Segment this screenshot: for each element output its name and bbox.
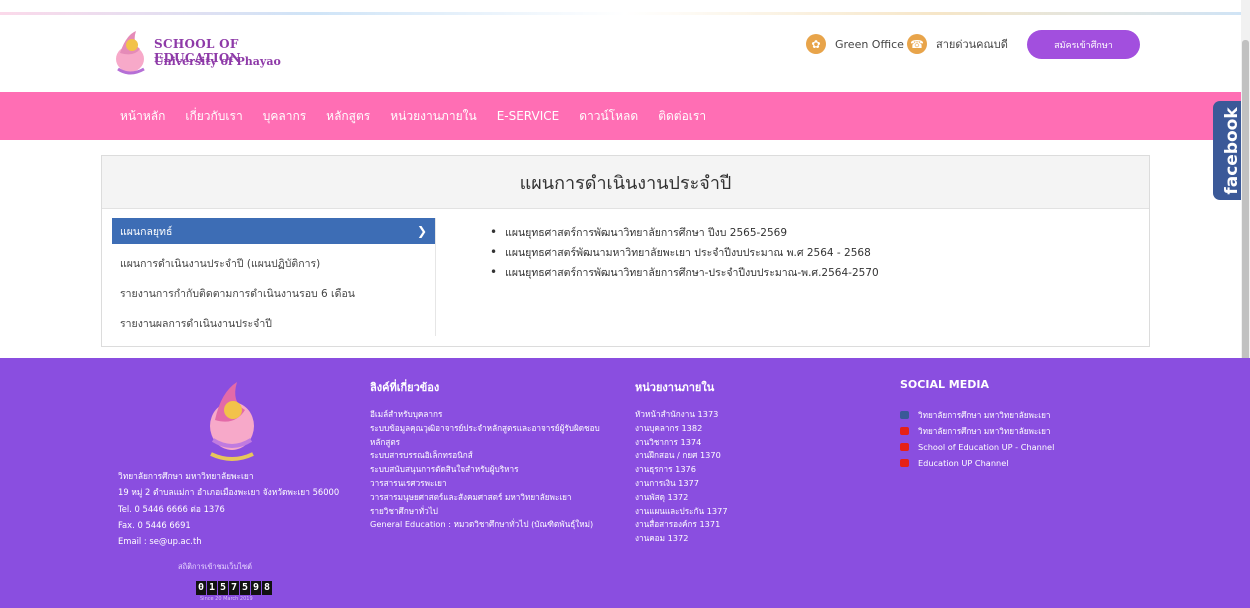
side-menu-item-annual-plan[interactable]: แผนการดำเนินงานประจำปี (แผนปฏิบัติการ) xyxy=(112,248,435,278)
panel-header: แผนการดำเนินงานประจำปี xyxy=(102,156,1149,209)
document-link[interactable]: แผนยุทธศาสตร์พัฒนามหาวิทยาลัยพะเยา ประจำ… xyxy=(490,242,879,262)
site-footer: วิทยาลัยการศึกษา มหาวิทยาลัยพะเยา 19 หมู… xyxy=(0,358,1250,608)
counter-since: Since 20 March 2019 xyxy=(200,596,253,602)
social-label: Education UP Channel xyxy=(918,458,1009,468)
social-label: วิทยาลัยการศึกษา มหาวิทยาลัยพะเยา xyxy=(918,426,1051,436)
address-line: วิทยาลัยการศึกษา มหาวิทยาลัยพะเยา xyxy=(118,471,254,481)
counter-digit: 9 xyxy=(251,581,261,595)
nav-item-contact[interactable]: ติดต่อเรา xyxy=(658,107,706,126)
unit-item: งานแผนและประกัน 1377 xyxy=(635,505,728,516)
social-link-youtube[interactable]: School of Education UP - Channel xyxy=(900,439,1054,455)
unit-item: งานธุรการ 1376 xyxy=(635,464,696,475)
document-link[interactable]: แผนยุทธศาสตร์การพัฒนาวิทยาลัยการศึกษา ปี… xyxy=(490,222,879,242)
content-panel: แผนการดำเนินงานประจำปี แผนกลยุทธ์ ❯ แผนก… xyxy=(101,155,1150,347)
unit-item: งานคอม 1372 xyxy=(635,533,689,544)
footer-link[interactable]: ระบบสนับสนุนการตัดสินใจสำหรับผู้บริหาร xyxy=(370,463,600,477)
footer-link[interactable]: วารสารนเรศวรพะเยา xyxy=(370,477,600,491)
social-label: วิทยาลัยการศึกษา มหาวิทยาลัยพะเยา xyxy=(918,410,1051,420)
footer-link[interactable]: อีเมล์สำหรับบุคลากร xyxy=(370,408,600,422)
unit-item: งานสื่อสารองค์กร 1371 xyxy=(635,519,721,530)
side-menu: แผนกลยุทธ์ ❯ แผนการดำเนินงานประจำปี (แผน… xyxy=(112,218,435,338)
social-link-facebook[interactable]: วิทยาลัยการศึกษา มหาวิทยาลัยพะเยา xyxy=(900,407,1054,423)
unit-item: งานวิชาการ 1374 xyxy=(635,436,702,447)
counter-digit: 0 xyxy=(196,581,206,595)
side-menu-label: แผนกลยุทธ์ xyxy=(120,225,173,238)
site-logo[interactable]: SCHOOL OF EDUCATION University of Phayao xyxy=(112,23,302,81)
facebook-tab-label: facebook xyxy=(1221,106,1242,195)
main-nav: หน้าหลัก เกี่ยวกับเรา บุคลากร หลักสูตร ห… xyxy=(0,92,1250,140)
social-link-youtube[interactable]: Education UP Channel xyxy=(900,455,1054,471)
footer-link[interactable]: General Education : หมวดวิชาศึกษาทั่วไป … xyxy=(370,518,600,532)
nav-item-download[interactable]: ดาวน์โหลด xyxy=(579,107,638,126)
site-header: SCHOOL OF EDUCATION University of Phayao… xyxy=(0,15,1250,92)
youtube-icon xyxy=(900,459,909,467)
address-line: Fax. 0 5446 6691 xyxy=(118,519,191,530)
footer-link[interactable]: หลักสูตร xyxy=(370,436,600,450)
links-heading: ลิงค์ที่เกี่ยวข้อง xyxy=(370,381,440,394)
counter-digit: 5 xyxy=(240,581,250,595)
internal-units-list: หัวหน้าสำนักงาน 1373 งานบุคลากร 1382 งาน… xyxy=(635,408,728,546)
unit-item: งานพัสดุ 1372 xyxy=(635,491,689,502)
apply-button[interactable]: สมัครเข้าศึกษา xyxy=(1027,30,1140,59)
document-link[interactable]: แผนยุทธศาสตร์การพัฒนาวิทยาลัยการศึกษา-ปร… xyxy=(490,262,879,282)
unit-item: งานการเงิน 1377 xyxy=(635,477,699,488)
nav-item-staff[interactable]: บุคลากร xyxy=(263,107,306,126)
social-media-list: วิทยาลัยการศึกษา มหาวิทยาลัยพะเยา วิทยาล… xyxy=(900,407,1054,471)
footer-link[interactable]: วารสารมนุษยศาสตร์และสังคมศาสตร์ มหาวิทยา… xyxy=(370,491,600,505)
side-menu-item-strategy[interactable]: แผนกลยุทธ์ ❯ xyxy=(112,218,435,244)
unit-item: งานบุคลากร 1382 xyxy=(635,422,703,433)
footer-link[interactable]: รายวิชาศึกษาทั่วไป xyxy=(370,505,600,519)
address-line: Email : se@up.ac.th xyxy=(118,536,202,547)
chevron-right-icon: ❯ xyxy=(416,224,427,238)
nav-item-eservice[interactable]: E-SERVICE xyxy=(497,109,560,123)
unit-item: งานฝึกสอน / กยศ 1370 xyxy=(635,450,721,461)
unit-item: หัวหน้าสำนักงาน 1373 xyxy=(635,409,719,419)
page-title: แผนการดำเนินงานประจำปี xyxy=(519,172,732,194)
hotline-link[interactable]: ☎ สายด่วนคณบดี xyxy=(907,32,1008,56)
youtube-icon xyxy=(900,427,909,435)
nav-item-units[interactable]: หน่วยงานภายใน xyxy=(390,107,476,126)
social-link-youtube[interactable]: วิทยาลัยการศึกษา มหาวิทยาลัยพะเยา xyxy=(900,423,1054,439)
youtube-icon xyxy=(900,443,909,451)
social-heading: SOCIAL MEDIA xyxy=(900,378,989,391)
side-menu-item-6month-report[interactable]: รายงานการกำกับติดตามการดำเนินงานรอบ 6 เด… xyxy=(112,278,435,308)
footer-address: วิทยาลัยการศึกษา มหาวิทยาลัยพะเยา 19 หมู… xyxy=(118,468,339,549)
counter-digit: 7 xyxy=(229,581,239,595)
phone-icon: ☎ xyxy=(907,34,927,54)
visitor-counter: 0 1 5 7 5 9 8 xyxy=(196,581,273,595)
hotline-label: สายด่วนคณบดี xyxy=(936,38,1008,51)
social-label: School of Education UP - Channel xyxy=(918,442,1055,452)
visitor-stats-label: สถิติการเข้าชมเว็บไซต์ xyxy=(178,562,252,571)
address-line: Tel. 0 5446 6666 ต่อ 1376 xyxy=(118,503,225,514)
side-menu-item-annual-report[interactable]: รายงานผลการดำเนินงานประจำปี xyxy=(112,308,435,338)
document-list: แผนยุทธศาสตร์การพัฒนาวิทยาลัยการศึกษา ปี… xyxy=(490,222,879,282)
footer-logo-emblem-icon xyxy=(210,382,254,461)
footer-link[interactable]: ระบบข้อมูลคุณวุฒิอาจารย์ประจำหลักสูตรและ… xyxy=(370,422,600,436)
counter-digit: 1 xyxy=(207,581,217,595)
facebook-icon xyxy=(900,411,909,419)
counter-digit: 5 xyxy=(218,581,228,595)
logo-subtitle: University of Phayao xyxy=(154,55,281,68)
nav-item-about[interactable]: เกี่ยวกับเรา xyxy=(185,107,242,126)
green-office-link[interactable]: ✿ Green Office xyxy=(806,32,904,56)
green-office-label: Green Office xyxy=(835,37,904,51)
leaf-icon: ✿ xyxy=(806,34,826,54)
logo-emblem-icon xyxy=(116,31,145,75)
footer-link[interactable]: ระบบสารบรรณอิเล็กทรอนิกส์ xyxy=(370,449,600,463)
related-links-list: อีเมล์สำหรับบุคลากร ระบบข้อมูลคุณวุฒิอาจ… xyxy=(370,408,600,532)
nav-item-curriculum[interactable]: หลักสูตร xyxy=(326,107,370,126)
address-line: 19 หมู่ 2 ตำบลแม่กา อำเภอเมืองพะเยา จังห… xyxy=(118,487,340,498)
units-heading: หน่วยงานภายใน xyxy=(635,381,715,394)
menu-divider xyxy=(435,218,436,336)
counter-digit: 8 xyxy=(262,581,272,595)
nav-item-home[interactable]: หน้าหลัก xyxy=(120,107,165,126)
